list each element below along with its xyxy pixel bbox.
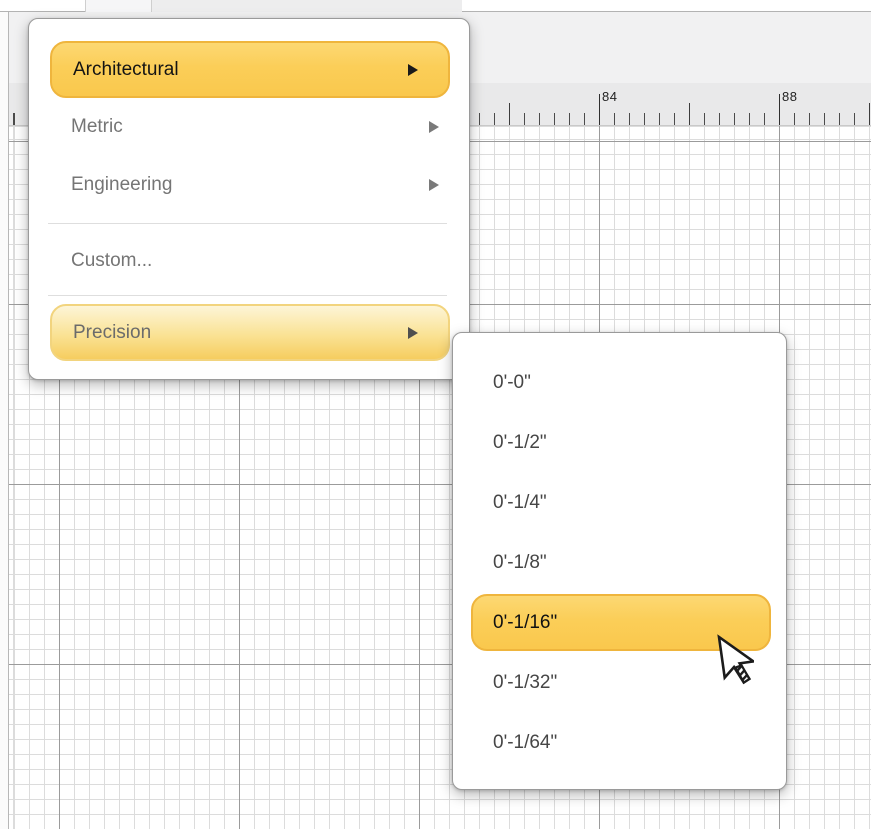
submenu-item-label: 0'-0" (493, 353, 531, 413)
precision-submenu: 0'-0" 0'-1/2" 0'-1/4" 0'-1/8" 0'-1/16" 0… (452, 332, 787, 790)
submenu-item-0-1-64[interactable]: 0'-1/64" (453, 713, 786, 773)
menu-item-precision[interactable]: Precision (50, 304, 450, 361)
menu-item-label: Precision (73, 306, 151, 360)
submenu-item-label: 0'-1/8" (493, 533, 547, 593)
submenu-item-label: 0'-1/32" (493, 653, 557, 713)
submenu-arrow-icon (429, 121, 439, 133)
submenu-item-0-1-4[interactable]: 0'-1/4" (453, 473, 786, 533)
submenu-item-label: 0'-1/64" (493, 713, 557, 773)
submenu-item-label: 0'-1/16" (493, 593, 557, 653)
menu-item-label: Custom... (71, 232, 152, 290)
menu-item-label: Metric (71, 98, 123, 156)
mouse-cursor-icon (710, 634, 754, 697)
submenu-item-0-0[interactable]: 0'-0" (453, 353, 786, 413)
submenu-item-0-1-2[interactable]: 0'-1/2" (453, 413, 786, 473)
toolbar-segment (85, 0, 152, 12)
menu-item-label: Engineering (71, 156, 172, 214)
menu-item-metric[interactable]: Metric (29, 98, 469, 156)
submenu-item-label: 0'-1/4" (493, 473, 547, 533)
toolbar-segment (152, 0, 462, 12)
units-context-menu: Architectural Metric Engineering Custom.… (28, 18, 470, 380)
top-toolbar-edge (0, 0, 871, 12)
submenu-arrow-icon (429, 179, 439, 191)
menu-item-label: Architectural (73, 43, 179, 97)
app-window: 84 88 Architectural Metric Engineering C… (0, 0, 871, 829)
menu-separator (48, 295, 447, 296)
menu-item-architectural[interactable]: Architectural (50, 41, 450, 98)
submenu-arrow-icon (408, 327, 418, 339)
menu-item-custom[interactable]: Custom... (29, 232, 469, 290)
submenu-item-label: 0'-1/2" (493, 413, 547, 473)
submenu-arrow-icon (408, 64, 418, 76)
left-edge-strip (0, 12, 9, 829)
menu-separator (48, 223, 447, 224)
menu-item-engineering[interactable]: Engineering (29, 156, 469, 214)
submenu-item-0-1-8[interactable]: 0'-1/8" (453, 533, 786, 593)
